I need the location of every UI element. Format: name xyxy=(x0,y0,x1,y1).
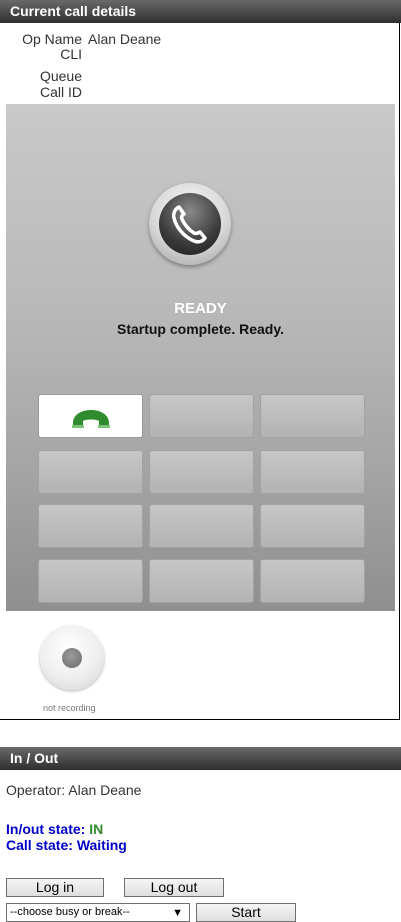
phone-status-message: Startup complete. Ready. xyxy=(116,321,284,337)
softphone-key-1-3[interactable] xyxy=(260,394,365,438)
in-out-panel: In / Out Operator: Alan Deane In/out sta… xyxy=(0,747,401,922)
current-call-panel: Current call details Op Name Alan Deane … xyxy=(0,0,401,720)
call-details-header: Current call details xyxy=(0,0,401,23)
softphone-key-2-3[interactable] xyxy=(260,450,365,494)
softphone-key-1-2[interactable] xyxy=(149,394,254,438)
inout-state-value: IN xyxy=(89,821,104,837)
queue-label: Queue xyxy=(39,68,82,84)
softphone-key-4-3[interactable] xyxy=(260,559,365,603)
log-out-button[interactable]: Log out xyxy=(124,878,224,897)
softphone-key-4-2[interactable] xyxy=(149,559,254,603)
softphone-key-3-1[interactable] xyxy=(38,504,143,548)
phone-state-label: READY xyxy=(174,300,227,317)
softphone-key-3-3[interactable] xyxy=(260,504,365,548)
recording-status-label: not recording xyxy=(43,703,96,713)
start-button[interactable]: Start xyxy=(196,903,296,922)
record-icon xyxy=(62,648,82,668)
call-state-value: Waiting xyxy=(76,837,127,853)
softphone-area: READY Startup complete. Ready. xyxy=(6,104,395,611)
busy-break-select[interactable]: --choose busy or break-- ▼ xyxy=(6,903,190,922)
answer-handset-icon xyxy=(72,410,110,428)
inout-state-line: In/out state: IN xyxy=(6,821,103,837)
answer-call-key[interactable] xyxy=(38,394,143,438)
cli-label: CLI xyxy=(60,46,82,62)
call-id-label: Call ID xyxy=(39,84,82,100)
phone-status-icon xyxy=(149,183,231,265)
call-state-line: Call state: Waiting xyxy=(6,837,127,853)
softphone-key-3-2[interactable] xyxy=(149,504,254,548)
softphone-key-2-2[interactable] xyxy=(149,450,254,494)
operator-label: Operator: Alan Deane xyxy=(6,782,142,798)
in-out-header: In / Out xyxy=(0,747,401,770)
chevron-down-icon: ▼ xyxy=(172,907,183,919)
op-name-value: Alan Deane xyxy=(88,31,162,47)
op-name-label: Op Name xyxy=(22,31,82,47)
phone-handset-icon xyxy=(172,205,207,244)
softphone-key-2-1[interactable] xyxy=(38,450,143,494)
busy-break-select-value: --choose busy or break-- xyxy=(10,906,130,918)
call-state-label: Call state: xyxy=(6,837,73,853)
log-in-button[interactable]: Log in xyxy=(6,878,104,897)
inout-state-label: In/out state: xyxy=(6,821,86,837)
record-button[interactable] xyxy=(40,626,104,690)
softphone-key-4-1[interactable] xyxy=(38,559,143,603)
